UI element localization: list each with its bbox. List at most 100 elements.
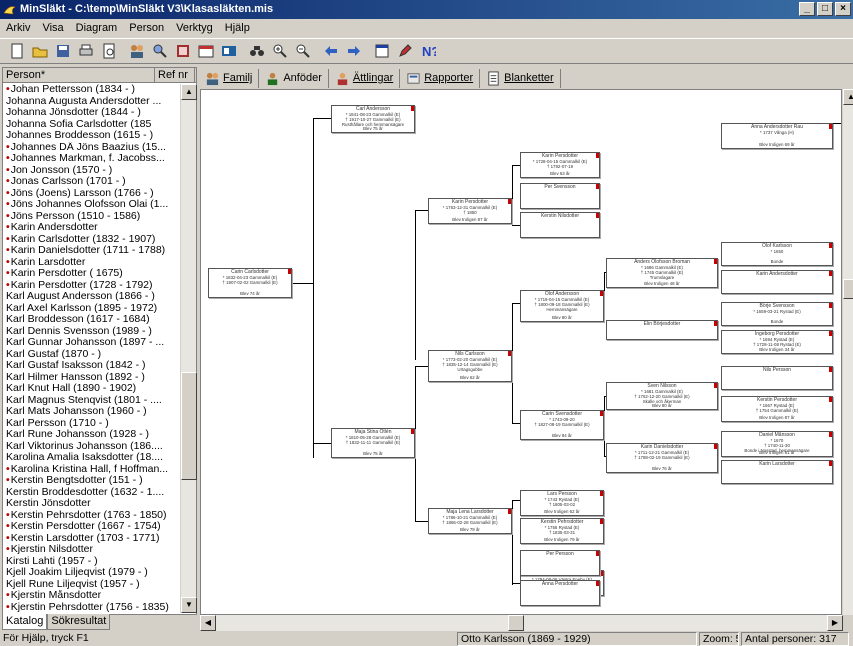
forward-button[interactable] (343, 40, 365, 62)
binoculars-button[interactable] (246, 40, 268, 62)
save-button[interactable] (52, 40, 74, 62)
list-item[interactable]: •Kjerstin Nilsdotter (3, 544, 179, 556)
scroll-up-arrow[interactable]: ▲ (181, 84, 197, 100)
calendar-button[interactable] (195, 40, 217, 62)
list-item[interactable]: Karl Persson (1710 - ) (3, 418, 179, 430)
person-card[interactable]: Ingeborg Persdotter * 1694 Rystad (E) † 17… (721, 330, 833, 354)
person-card[interactable]: Olof Karlsson * 1650 Bonde (721, 242, 833, 266)
person-card[interactable]: Sven Nilsson * 1681 Gammalkil (E) † 1762-1… (606, 382, 718, 410)
list-item[interactable]: •Kerstin Bengtsdotter (151 - ) (3, 475, 179, 487)
list-item[interactable]: Karl Magnus Stenqvist (1801 - .... (3, 395, 179, 407)
list-item[interactable]: Karl Hilmer Hansson (1892 - ) (3, 372, 179, 384)
list-item[interactable]: Johanna Jönsdotter (1844 - ) (3, 107, 179, 119)
list-item[interactable]: •Jöns (Joens) Larsson (1766 - ) (3, 188, 179, 200)
list-item[interactable]: •Kjerstin Månsdotter (3, 590, 179, 602)
person-card[interactable]: Karin Larsdotter (721, 460, 833, 484)
close-button[interactable]: × (835, 2, 851, 16)
help-button[interactable]: N? (417, 40, 439, 62)
list-item[interactable]: •Kerstin Persdotter (1667 - 1754) (3, 521, 179, 533)
chart-scroll-left-arrow[interactable]: ◀ (200, 615, 216, 631)
list-item[interactable]: Kerstin Broddesdotter (1632 - 1.... (3, 487, 179, 499)
menu-hjalp[interactable]: Hjälp (219, 19, 256, 37)
person-card[interactable]: Elin Börjesdotter (606, 320, 718, 340)
list-item[interactable]: Karl Knut Hall (1890 - 1902) (3, 383, 179, 395)
list-item[interactable]: Kjell Rune Liljeqvist (1957 - ) (3, 579, 179, 591)
tab-anfoder[interactable]: Anföder (259, 68, 329, 88)
zoom-in-button[interactable] (269, 40, 291, 62)
list-item[interactable]: •Johan Pettersson (1834 - ) (3, 84, 179, 96)
list-item[interactable]: •Karin Persdotter ( 1675) (3, 268, 179, 280)
list-item[interactable]: Johanna Sofia Carlsdotter (185 (3, 119, 179, 131)
tab-sokresultat[interactable]: Sökresultat (47, 614, 111, 630)
person-card[interactable]: Börje Svensson * 1659-03-21 Rystad (E) Bon… (721, 302, 833, 326)
menu-arkiv[interactable]: Arkiv (0, 19, 36, 37)
list-item[interactable]: •Jöns Persson (1510 - 1586) (3, 211, 179, 223)
list-item[interactable]: Karl Gunnar Johansson (1897 - ... (3, 337, 179, 349)
pedigree-chart[interactable]: Carin Carlsdotter * 1832-04-23 Gammalkil … (200, 89, 842, 615)
tab-rapporter[interactable]: Rapporter (400, 68, 481, 88)
person-card[interactable]: Kerstin Persdotter * 1667 Rystad (E) † 175… (721, 396, 833, 422)
family-button[interactable] (126, 40, 148, 62)
search-person-button[interactable] (149, 40, 171, 62)
column-header-person[interactable]: Person* (3, 68, 155, 82)
person-card[interactable]: Kerstin Nilsdotter (520, 212, 600, 238)
list-item[interactable]: Kjell Joakim Liljeqvist (1979 - ) (3, 567, 179, 579)
list-item[interactable]: Karl Broddesson (1617 - 1684) (3, 314, 179, 326)
person-card[interactable]: Nils Persson (721, 366, 833, 390)
list-item[interactable]: •Johannes Markman, f. Jacobss... (3, 153, 179, 165)
column-header-ref[interactable]: Ref nr (155, 68, 195, 82)
list-item[interactable]: •Jon Jonsson (1570 - ) (3, 165, 179, 177)
person-card[interactable]: Kerstin Pehrsdotter * 1756 Rystad (E) † 18… (520, 518, 604, 544)
list-item[interactable]: Karl August Andersson (1866 - ) (3, 291, 179, 303)
person-card[interactable]: Anders Olofsson Broman * 1686 Gammalkil (… (606, 258, 718, 288)
list-item[interactable]: Karl Gustaf (1870 - ) (3, 349, 179, 361)
chart-hscroll-thumb[interactable] (508, 615, 524, 631)
book-button[interactable] (172, 40, 194, 62)
chart-horizontal-scrollbar[interactable]: ◀ ▶ (200, 615, 843, 631)
tab-familj[interactable]: Familj (199, 68, 260, 88)
list-item[interactable]: Karl Gustaf Isaksson (1842 - ) (3, 360, 179, 372)
list-item[interactable]: •Kerstin Pehrsdotter (1763 - 1850) (3, 510, 179, 522)
list-item[interactable]: •Karin Carlsdotter (1832 - 1907) (3, 234, 179, 246)
list-item[interactable]: •Jonas Carlsson (1701 - ) (3, 176, 179, 188)
chart-vertical-scrollbar[interactable]: ▲ (843, 89, 853, 615)
zoom-out-button[interactable] (292, 40, 314, 62)
tab-blanketter[interactable]: Blanketter (480, 68, 561, 88)
menu-visa[interactable]: Visa (36, 19, 69, 37)
list-item[interactable]: •Johannes DÄ Jöns Baazius (15... (3, 142, 179, 154)
list-item[interactable]: •Karin Danielsdotter (1711 - 1788) (3, 245, 179, 257)
person-card[interactable]: Lars Persson * 1743 Rystad (E) † 1805-03-0… (520, 490, 604, 516)
preview-button[interactable] (98, 40, 120, 62)
list-item[interactable]: Karl Rune Johansson (1928 - ) (3, 429, 179, 441)
person-card[interactable]: Carin Svensdotter * 1743-09-20 † 1827-08-1… (520, 410, 604, 440)
person-card[interactable]: Anna Persdotter (520, 580, 600, 606)
tab-katalog[interactable]: Katalog (2, 614, 48, 630)
list-item[interactable]: Karl Dennis Svensson (1989 - ) (3, 326, 179, 338)
edit-button[interactable] (394, 40, 416, 62)
person-list-scrollbar[interactable]: ▲ ▼ (180, 84, 197, 613)
list-item[interactable]: •Kjerstin Pehrsdotter (1756 - 1835) (3, 602, 179, 614)
person-card[interactable]: Daniel Månsson * 1670 † 1740-11-30 Bonde i … (721, 431, 833, 457)
chart-scroll-thumb[interactable] (843, 279, 853, 299)
menu-diagram[interactable]: Diagram (70, 19, 124, 37)
scroll-thumb[interactable] (181, 372, 197, 480)
person-card[interactable]: Anna Andersdotter Rau * 1737 Vånga (H) Ble… (721, 123, 833, 149)
list-item[interactable]: •Karin Larsdotter (3, 257, 179, 269)
person-card[interactable]: Maja Stina Otlén * 1810-05-28 Gammalkil (… (331, 428, 415, 458)
person-card[interactable]: Karin Danielsdotter * 1711-12-21 Gammalki… (606, 443, 718, 473)
new-button[interactable] (6, 40, 28, 62)
person-card[interactable]: Nils Carlsson * 1773-02-20 Gammalkil (E) †… (428, 350, 512, 382)
person-card[interactable]: Maja Lena Larsdotter * 1786-10-21 Gammalk… (428, 508, 512, 534)
list-item[interactable]: •Karin Persdotter (1728 - 1792) (3, 280, 179, 292)
list-item[interactable]: Johanna Augusta Andersdotter ... (3, 96, 179, 108)
window-button[interactable] (371, 40, 393, 62)
list-item[interactable]: Karl Axel Karlsson (1895 - 1972) (3, 303, 179, 315)
tab-attlingar[interactable]: Ättlingar (329, 68, 401, 88)
person-card[interactable]: Carl Andersson * 1841-08-23 Gammalkil (E)… (331, 105, 415, 133)
list-item[interactable]: Johannes Broddesson (1615 - ) (3, 130, 179, 142)
list-item[interactable]: •Karin Andersdotter (3, 222, 179, 234)
chart-scroll-up-arrow[interactable]: ▲ (843, 89, 853, 105)
person-card[interactable]: Carin Carlsdotter * 1832-04-23 Gammalkil … (208, 268, 292, 298)
list-item[interactable]: •Karolina Kristina Hall, f Hoffman... (3, 464, 179, 476)
list-item[interactable]: Kerstin Jönsdotter (3, 498, 179, 510)
